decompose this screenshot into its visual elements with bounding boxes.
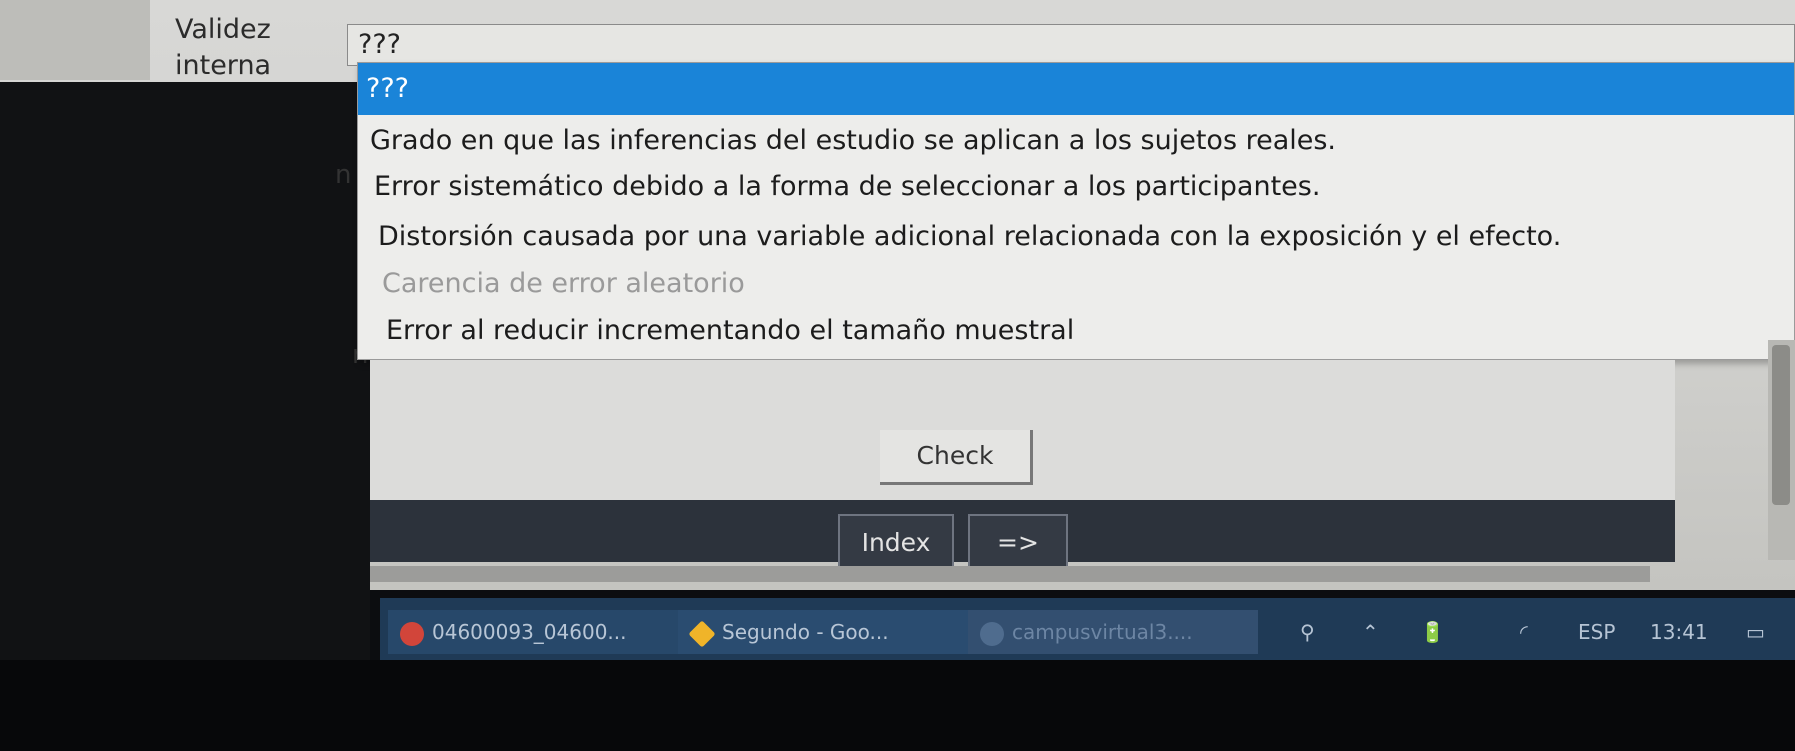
vertical-scrollbar-thumb[interactable] (1772, 345, 1790, 505)
dark-left-panel (0, 82, 370, 751)
next-button[interactable]: => (968, 514, 1068, 566)
taskbar-item-chrome[interactable]: 04600093_04600... (388, 610, 678, 654)
dropdown-option-5[interactable]: Error al reducir incrementando el tamaño… (358, 315, 1794, 346)
dropdown-option-4[interactable]: Carencia de error aleatorio (358, 268, 1794, 299)
dropdown-option-2[interactable]: Error sistemático debido a la forma de s… (358, 171, 1794, 202)
index-button[interactable]: Index (838, 514, 954, 566)
side-letter-1: n (335, 160, 352, 190)
dropdown-option-3[interactable]: Distorsión causada por una variable adic… (358, 221, 1794, 252)
taskbar-item-label: Segundo - Goo... (722, 620, 889, 644)
dropdown-option-1[interactable]: Grado en que las inferencias del estudio… (358, 125, 1794, 156)
battery-icon[interactable]: 🔋 (1420, 610, 1445, 654)
question-label-line2: interna (175, 50, 272, 81)
language-indicator[interactable]: ESP (1578, 610, 1615, 654)
chevron-up-icon[interactable]: ⌃ (1362, 610, 1379, 654)
question-label: Validez interna (175, 12, 271, 84)
notifications-icon[interactable]: ▭ (1746, 610, 1765, 654)
drive-icon (688, 619, 716, 648)
screen: Validez interna ??? n n ??? Grado en que… (0, 0, 1795, 751)
people-icon[interactable]: ⚲ (1300, 610, 1315, 654)
taskbar-item-label: 04600093_04600... (432, 620, 627, 644)
answer-select[interactable]: ??? (347, 24, 1795, 66)
chrome-icon (400, 621, 424, 646)
browser-icon (980, 621, 1004, 646)
taskbar-item-label: campusvirtual3.... (1012, 620, 1193, 644)
wifi-icon[interactable]: ◜ (1520, 610, 1528, 654)
taskbar-item-drive[interactable]: Segundo - Goo... (678, 610, 968, 654)
monitor-bezel (0, 660, 1795, 751)
left-gutter (0, 0, 150, 80)
check-button[interactable]: Check (880, 430, 1033, 485)
answer-dropdown-list: ??? Grado en que las inferencias del est… (357, 62, 1795, 360)
horizontal-scrollbar[interactable] (370, 566, 1650, 582)
question-label-line1: Validez (175, 14, 271, 45)
taskbar-item-campus[interactable]: campusvirtual3.... (968, 610, 1258, 654)
dropdown-option-placeholder[interactable]: ??? (358, 63, 1794, 115)
clock[interactable]: 13:41 (1650, 610, 1708, 654)
